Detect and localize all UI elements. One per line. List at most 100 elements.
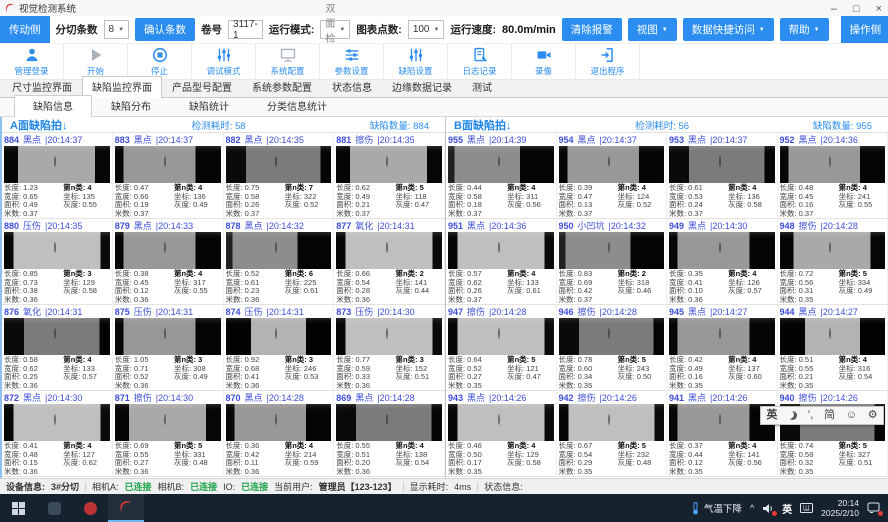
defect-cell-883[interactable]: 883黑点|20:14:37长度: 0.47宽度: 0.66面积: 0.19米数…: [113, 133, 224, 219]
subtab-2[interactable]: 缺陷统计: [170, 95, 248, 116]
defect-thumbnail[interactable]: [669, 146, 775, 183]
action-sliders[interactable]: 缺陷设置: [384, 44, 448, 79]
defect-cell-878[interactable]: 878黑点|20:14:32长度: 0.52宽度: 0.61面积: 0.23米数…: [224, 219, 335, 305]
roll-number-input[interactable]: 3117-1: [228, 20, 263, 39]
subtab-3[interactable]: 分类信息统计: [248, 95, 346, 116]
notification-center-icon[interactable]: [867, 502, 880, 514]
tab-0[interactable]: 尺寸监控界面: [2, 76, 82, 97]
defect-cell-944[interactable]: 944黑点|20:14:27长度: 0.51宽度: 0.55面积: 0.21米数…: [778, 305, 888, 391]
run-mode-select[interactable]: 双面检测▼: [320, 20, 350, 39]
defect-cell-870[interactable]: 870黑点|20:14:28长度: 0.36宽度: 0.42面积: 0.11米数…: [224, 391, 335, 477]
defect-thumbnail[interactable]: [4, 146, 110, 183]
tab-6[interactable]: 测试: [462, 76, 502, 97]
defect-cell-948[interactable]: 948擦伤|20:14:28长度: 0.72宽度: 0.56面积: 0.31米数…: [778, 219, 888, 305]
subtab-0[interactable]: 缺陷信息: [14, 95, 92, 117]
tab-2[interactable]: 产品型号配置: [162, 76, 242, 97]
defect-cell-955[interactable]: 955黑点|20:14:39长度: 0.44宽度: 0.58面积: 0.18米数…: [446, 133, 557, 219]
defect-cell-949[interactable]: 949黑点|20:14:30长度: 0.35宽度: 0.41面积: 0.10米数…: [667, 219, 778, 305]
defect-cell-876[interactable]: 876氧化|20:14:31长度: 0.58宽度: 0.62面积: 0.25米数…: [2, 305, 113, 391]
emoji-icon[interactable]: ☺: [846, 410, 857, 421]
start-button[interactable]: [0, 494, 36, 522]
defect-thumbnail[interactable]: [336, 146, 442, 183]
defect-cell-875[interactable]: 875压伤|20:14:31长度: 1.05宽度: 0.71面积: 0.52米数…: [113, 305, 224, 391]
defect-thumbnail[interactable]: [669, 232, 775, 269]
defect-cell-873[interactable]: 873压伤|20:14:30长度: 0.77宽度: 0.59面积: 0.33米数…: [334, 305, 445, 391]
defect-cell-879[interactable]: 879黑点|20:14:33长度: 0.38宽度: 0.45面积: 0.12米数…: [113, 219, 224, 305]
defect-thumbnail[interactable]: [4, 404, 110, 441]
defect-thumbnail[interactable]: [226, 318, 332, 355]
minimize-button[interactable]: –: [831, 4, 837, 14]
defect-thumbnail[interactable]: [4, 232, 110, 269]
action-monitor[interactable]: 系统配置: [256, 44, 320, 79]
confirm-strips-button[interactable]: 确认条数: [135, 18, 195, 41]
defect-thumbnail[interactable]: [559, 232, 665, 269]
chart-points-select[interactable]: 100▼: [408, 20, 445, 39]
defect-cell-942[interactable]: 942擦伤|20:14:26长度: 0.67宽度: 0.54面积: 0.29米数…: [557, 391, 668, 477]
tab-4[interactable]: 状态信息: [322, 76, 382, 97]
defect-cell-946[interactable]: 946擦伤|20:14:28长度: 0.78宽度: 0.60面积: 0.34米数…: [557, 305, 668, 391]
defect-cell-945[interactable]: 945黑点|20:14:27长度: 0.42宽度: 0.49面积: 0.16米数…: [667, 305, 778, 391]
defect-cell-884[interactable]: 884黑点|20:14:37长度: 1.23宽度: 0.65面积: 0.49米数…: [2, 133, 113, 219]
strips-select[interactable]: 8▼: [104, 20, 130, 39]
defect-cell-880[interactable]: 880压伤|20:14:35长度: 0.85宽度: 0.73面积: 0.38米数…: [2, 219, 113, 305]
action-log[interactable]: 日志记录: [448, 44, 512, 79]
clock[interactable]: 20:14 2025/2/10: [821, 498, 859, 518]
defect-cell-950[interactable]: 950小凹坑|20:14:32长度: 0.83宽度: 0.69面积: 0.42米…: [557, 219, 668, 305]
defect-cell-871[interactable]: 871擦伤|20:14:30长度: 0.69宽度: 0.55面积: 0.27米数…: [113, 391, 224, 477]
defect-cell-941[interactable]: 941黑点|20:14:26长度: 0.37宽度: 0.44面积: 0.12米数…: [667, 391, 778, 477]
defect-thumbnail[interactable]: [226, 404, 332, 441]
defect-thumbnail[interactable]: [448, 404, 554, 441]
defect-thumbnail[interactable]: [448, 318, 554, 355]
action-stop[interactable]: 停止: [128, 44, 192, 79]
defect-cell-940[interactable]: 940擦伤|20:14:26长度: 0.74宽度: 0.58面积: 0.32米数…: [778, 391, 888, 477]
weather-widget[interactable]: 气温下降: [691, 501, 742, 515]
action-hsliders[interactable]: 参数设置: [320, 44, 384, 79]
defect-thumbnail[interactable]: [4, 318, 110, 355]
action-sliders[interactable]: 调试模式: [192, 44, 256, 79]
defect-thumbnail[interactable]: [336, 404, 442, 441]
defect-cell-874[interactable]: 874压伤|20:14:31长度: 0.92宽度: 0.68面积: 0.41米数…: [224, 305, 335, 391]
taskbar-app-icon-2[interactable]: [72, 494, 108, 522]
operator-side-button[interactable]: 操作侧: [841, 16, 888, 43]
defect-thumbnail[interactable]: [115, 318, 221, 355]
defect-thumbnail[interactable]: [115, 146, 221, 183]
drive-side-button[interactable]: 传动侧: [0, 16, 50, 43]
defect-thumbnail[interactable]: [226, 232, 332, 269]
ime-punctuation-toggle[interactable]: ’,: [808, 410, 814, 421]
moon-icon[interactable]: [788, 411, 797, 420]
tray-expand-chevron[interactable]: ^: [750, 503, 754, 513]
defect-cell-877[interactable]: 877氧化|20:14:31长度: 0.66宽度: 0.54面积: 0.28米数…: [334, 219, 445, 305]
action-user[interactable]: 管理登录: [0, 44, 64, 79]
defect-thumbnail[interactable]: [336, 318, 442, 355]
defect-cell-872[interactable]: 872黑点|20:14:30长度: 0.41宽度: 0.48面积: 0.15米数…: [2, 391, 113, 477]
volume-icon[interactable]: [762, 503, 774, 514]
quick-access-menu-button[interactable]: 数据快捷访问▼: [683, 18, 774, 41]
defect-cell-869[interactable]: 869黑点|20:14:28长度: 0.55宽度: 0.51面积: 0.20米数…: [334, 391, 445, 477]
view-menu-button[interactable]: 视图▼: [628, 18, 677, 41]
defect-cell-954[interactable]: 954黑点|20:14:37长度: 0.39宽度: 0.47面积: 0.13米数…: [557, 133, 668, 219]
ime-simplified-toggle[interactable]: 简: [824, 410, 835, 421]
action-exit[interactable]: 退出程序: [576, 44, 640, 79]
defect-thumbnail[interactable]: [226, 146, 332, 183]
defect-cell-951[interactable]: 951黑点|20:14:36长度: 0.57宽度: 0.62面积: 0.26米数…: [446, 219, 557, 305]
defect-thumbnail[interactable]: [115, 232, 221, 269]
ime-keyboard-icon[interactable]: [800, 503, 813, 513]
tab-3[interactable]: 系统参数配置: [242, 76, 322, 97]
taskbar-app-icon-active[interactable]: [108, 494, 144, 522]
subtab-1[interactable]: 缺陷分布: [92, 95, 170, 116]
defect-thumbnail[interactable]: [559, 404, 665, 441]
taskbar-app-icon-1[interactable]: [36, 494, 72, 522]
ime-english-toggle[interactable]: 英: [766, 410, 777, 421]
defect-cell-947[interactable]: 947擦伤|20:14:28长度: 0.64宽度: 0.52面积: 0.27米数…: [446, 305, 557, 391]
defect-thumbnail[interactable]: [448, 232, 554, 269]
defect-thumbnail[interactable]: [448, 146, 554, 183]
defect-thumbnail[interactable]: [336, 232, 442, 269]
defect-thumbnail[interactable]: [780, 232, 886, 269]
defect-thumbnail[interactable]: [559, 146, 665, 183]
gear-icon[interactable]: ⚙: [868, 410, 878, 421]
defect-thumbnail[interactable]: [669, 318, 775, 355]
action-camera[interactable]: 录像: [512, 44, 576, 79]
defect-thumbnail[interactable]: [115, 404, 221, 441]
defect-cell-952[interactable]: 952黑点|20:14:36长度: 0.48宽度: 0.45面积: 0.16米数…: [778, 133, 888, 219]
defect-cell-953[interactable]: 953黑点|20:14:37长度: 0.61宽度: 0.53面积: 0.24米数…: [667, 133, 778, 219]
